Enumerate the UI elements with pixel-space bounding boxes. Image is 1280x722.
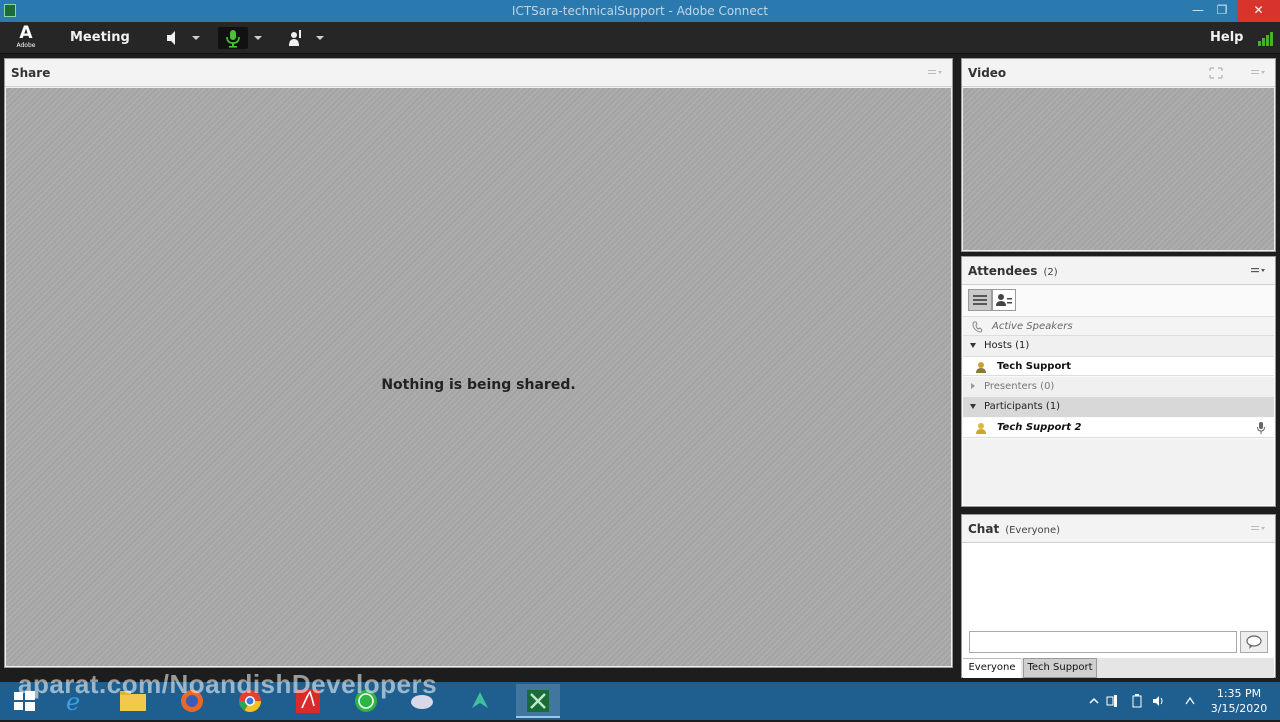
presenters-group-label: Presenters (0) — [984, 381, 1055, 392]
share-stage: Nothing is being shared. — [6, 88, 951, 666]
host-user-icon — [976, 362, 986, 373]
clock-time: 1:35 PM — [1216, 687, 1262, 700]
nothing-shared-message: Nothing is being shared. — [381, 377, 576, 393]
speaker-dropdown-chevron-icon[interactable] — [192, 36, 200, 40]
active-speakers-label: Active Speakers — [992, 321, 1073, 332]
attendees-pod: Attendees(2) Active Speakers Hosts (1) — [961, 256, 1276, 507]
attendee-name: Tech Support 2 — [997, 422, 1082, 433]
microphone-icon — [1257, 422, 1265, 434]
battery-icon[interactable] — [1130, 694, 1144, 708]
minimize-button[interactable]: — — [1186, 0, 1210, 22]
taskbar-adobe-connect[interactable] — [516, 684, 560, 718]
speech-bubble-icon — [1246, 635, 1262, 649]
chat-pod: Chat (Everyone) Everyone Tech Support — [961, 514, 1276, 678]
raised-hand-person-icon — [289, 30, 301, 46]
chat-message-input[interactable] — [969, 631, 1237, 653]
video-pod-header: Video — [962, 59, 1275, 87]
adobe-logo: A Adobe — [16, 23, 36, 50]
chat-tab-everyone[interactable]: Everyone — [963, 658, 1021, 678]
video-pod-title: Video — [968, 66, 1007, 80]
pod-menu-icon[interactable] — [1251, 266, 1265, 276]
attendees-pod-title: Attendees (2) — [968, 264, 1058, 278]
collapsed-triangle-icon — [971, 383, 975, 389]
volume-icon[interactable] — [1152, 694, 1166, 708]
pod-menu-icon[interactable] — [1251, 68, 1265, 78]
microphone-button[interactable] — [218, 27, 248, 49]
presenters-group-header[interactable]: Presenters (0) — [963, 377, 1274, 397]
chat-tab-tech-support[interactable]: Tech Support — [1023, 658, 1097, 678]
expanded-triangle-icon — [970, 404, 976, 409]
participant-user-icon — [976, 423, 986, 434]
pod-menu-icon[interactable] — [928, 68, 942, 78]
hosts-group-header[interactable]: Hosts (1) — [963, 336, 1274, 356]
meeting-menu-bar: A Adobe Meeting Help — [0, 22, 1280, 54]
network-icon[interactable] — [1105, 694, 1119, 708]
meeting-menu[interactable]: Meeting — [70, 30, 130, 45]
expanded-triangle-icon — [970, 343, 976, 348]
send-message-button[interactable] — [1240, 631, 1268, 653]
hosts-group-label: Hosts (1) — [984, 340, 1030, 351]
share-pod: Share Nothing is being shared. — [4, 58, 953, 668]
raise-hand-button[interactable] — [284, 27, 308, 49]
microphone-dropdown-chevron-icon[interactable] — [254, 36, 262, 40]
chat-pod-header: Chat (Everyone) — [962, 515, 1275, 543]
microphone-icon — [226, 30, 240, 48]
attendee-list-empty-area — [963, 439, 1274, 505]
participants-group-label: Participants (1) — [984, 401, 1061, 412]
speaker-button[interactable] — [160, 27, 184, 49]
pod-menu-icon[interactable] — [1251, 524, 1265, 534]
clock-date: 3/15/2020 — [1210, 702, 1268, 715]
phone-icon — [972, 321, 983, 333]
status-dropdown-chevron-icon[interactable] — [316, 36, 324, 40]
attendee-row[interactable]: Tech Support — [963, 356, 1274, 376]
share-pod-header: Share — [5, 59, 952, 87]
maximize-button[interactable]: ❐ — [1210, 0, 1234, 22]
attendee-name: Tech Support — [997, 361, 1072, 372]
chat-pod-title: Chat (Everyone) — [968, 522, 1061, 536]
window-title: ICTSara-technicalSupport - Adobe Connect — [511, 4, 769, 18]
taskbar-clock[interactable]: 1:35 PM 3/15/2020 — [1206, 686, 1272, 716]
attendees-pod-header: Attendees (2) — [962, 257, 1275, 285]
participants-group-header[interactable]: Participants (1) — [963, 397, 1274, 417]
list-view-button[interactable] — [968, 289, 992, 311]
close-button[interactable]: ✕ — [1237, 0, 1280, 22]
active-speakers-row: Active Speakers — [963, 316, 1274, 336]
video-stage — [963, 88, 1274, 250]
chat-scope: (Everyone) — [1005, 525, 1061, 536]
connection-signal-icon — [1258, 32, 1273, 46]
attendee-row[interactable]: Tech Support 2 — [963, 418, 1274, 438]
user-list-icon — [996, 294, 1012, 306]
chevron-up-icon[interactable] — [1087, 694, 1101, 708]
list-icon — [973, 295, 987, 305]
attendee-count: (2) — [1043, 267, 1058, 278]
arrow-app-icon — [472, 692, 488, 708]
share-pod-title: Share — [11, 66, 51, 80]
video-watermark: aparat.com/NoandishDevelopers — [18, 669, 438, 699]
video-pod: Video — [961, 58, 1276, 252]
status-view-button[interactable] — [992, 289, 1016, 311]
adobe-connect-icon — [527, 690, 549, 712]
attendee-view-switcher — [968, 289, 1018, 311]
speaker-icon — [167, 31, 175, 45]
keyboard-language-icon[interactable] — [1183, 694, 1197, 708]
window-title-bar: ICTSara-technicalSupport - Adobe Connect… — [0, 0, 1280, 22]
fullscreen-icon[interactable] — [1209, 67, 1223, 79]
help-menu[interactable]: Help — [1210, 30, 1243, 45]
taskbar-app[interactable] — [458, 684, 502, 718]
